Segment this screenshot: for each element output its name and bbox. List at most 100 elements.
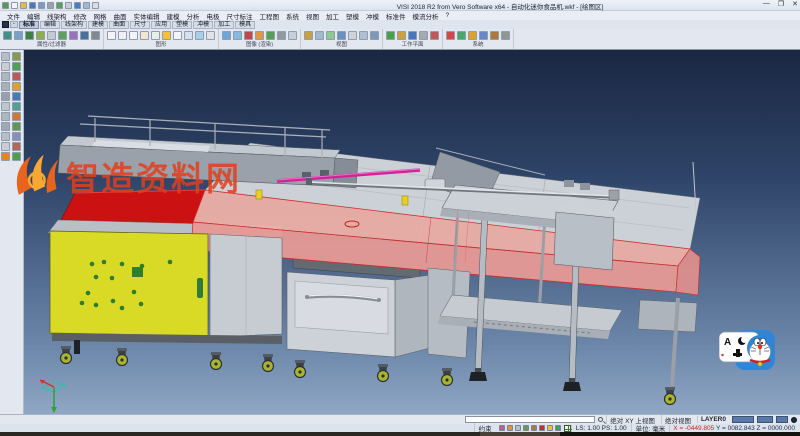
left-tool-icon[interactable] [12, 112, 21, 121]
menu-系统[interactable]: 系统 [283, 11, 302, 21]
left-tool-icon[interactable] [1, 152, 10, 161]
tab-线架构[interactable]: 线架构 [61, 21, 87, 29]
preview-icon[interactable] [65, 2, 72, 9]
menu-网格[interactable]: 网格 [91, 11, 110, 21]
status-tool-icon[interactable] [523, 425, 529, 431]
ribbon-icon[interactable] [244, 31, 253, 40]
menu-建模[interactable]: 建模 [164, 11, 183, 21]
ribbon-icon[interactable] [479, 31, 488, 40]
ribbon-icon[interactable] [14, 31, 23, 40]
ribbon-icon[interactable] [255, 31, 264, 40]
left-tool-icon[interactable] [12, 62, 21, 71]
ribbon-icon[interactable] [233, 31, 242, 40]
ribbon-icon[interactable] [58, 31, 67, 40]
left-tool-icon[interactable] [12, 82, 21, 91]
tab-应用[interactable]: 应用 [151, 21, 171, 29]
menu-实体编辑[interactable]: 实体编辑 [131, 11, 163, 21]
status-tool-icon[interactable] [515, 425, 521, 431]
left-tool-icon[interactable] [1, 52, 10, 61]
command-input[interactable] [465, 416, 595, 423]
status-tool-icon[interactable] [539, 425, 545, 431]
left-tool-icon[interactable] [1, 142, 10, 151]
status-tool-icon[interactable] [507, 425, 513, 431]
left-tool-icon[interactable] [12, 152, 21, 161]
ribbon-icon[interactable] [359, 31, 368, 40]
tab-建模[interactable]: 建模 [88, 21, 108, 29]
menu-电极[interactable]: 电极 [204, 11, 223, 21]
ribbon-icon[interactable] [47, 31, 56, 40]
menu-分析[interactable]: 分析 [184, 11, 203, 21]
ribbon-icon[interactable] [162, 31, 171, 40]
undo-icon[interactable] [74, 2, 81, 9]
ribbon-icon[interactable] [69, 31, 78, 40]
tab-加工[interactable]: 加工 [214, 21, 234, 29]
menu-模流分析[interactable]: 模流分析 [410, 11, 442, 21]
tab-塑模[interactable]: 塑模 [172, 21, 192, 29]
status-tool-icon[interactable] [547, 425, 553, 431]
layer-chip[interactable] [757, 416, 773, 423]
ribbon-icon[interactable] [3, 31, 12, 40]
menu-标准件[interactable]: 标准件 [383, 11, 409, 21]
ribbon-icon[interactable] [337, 31, 346, 40]
grid-toggle-icon[interactable] [564, 425, 571, 432]
menu-工程图[interactable]: 工程图 [257, 11, 283, 21]
ribbon-icon[interactable] [266, 31, 275, 40]
menu-文件[interactable]: 文件 [4, 11, 23, 21]
menu-加工[interactable]: 加工 [323, 11, 342, 21]
ribbon-icon[interactable] [91, 31, 100, 40]
ribbon-icon[interactable] [277, 31, 286, 40]
left-tool-icon[interactable] [12, 142, 21, 151]
save-icon[interactable] [29, 2, 36, 9]
left-tool-icon[interactable] [12, 52, 21, 61]
status-tool-icon[interactable] [499, 425, 505, 431]
print-icon[interactable] [47, 2, 54, 9]
save-all-icon[interactable] [38, 2, 45, 9]
ribbon-icon[interactable] [315, 31, 324, 40]
tab-尺寸[interactable]: 尺寸 [130, 21, 150, 29]
ribbon-icon[interactable] [206, 31, 215, 40]
menu-视图[interactable]: 视图 [303, 11, 322, 21]
tab-曲面[interactable]: 曲面 [109, 21, 129, 29]
ribbon-icon[interactable] [430, 31, 439, 40]
tab-编辑[interactable]: 编辑 [40, 21, 60, 29]
ribbon-icon[interactable] [151, 31, 160, 40]
ribbon-icon[interactable] [326, 31, 335, 40]
plot-icon[interactable] [56, 2, 63, 9]
left-tool-icon[interactable] [1, 112, 10, 121]
menu-曲面[interactable]: 曲面 [111, 11, 130, 21]
ribbon-icon[interactable] [288, 31, 297, 40]
menu-线架构[interactable]: 线架构 [44, 11, 70, 21]
redo-icon[interactable] [83, 2, 90, 9]
open-file-icon[interactable] [20, 2, 27, 9]
close-button[interactable]: ✕ [792, 0, 798, 8]
app-icon[interactable] [2, 2, 9, 9]
ribbon-icon[interactable] [408, 31, 417, 40]
left-tool-icon[interactable] [1, 82, 10, 91]
ribbon-icon[interactable] [107, 31, 116, 40]
tab-冲模[interactable]: 冲模 [193, 21, 213, 29]
left-tool-icon[interactable] [1, 92, 10, 101]
tab-标准[interactable]: 标准 [19, 21, 39, 29]
status-tool-icon[interactable] [555, 425, 561, 431]
viewport-3d-canvas[interactable]: 智造资料网 [24, 50, 800, 414]
left-tool-icon[interactable] [1, 132, 10, 141]
left-tool-icon[interactable] [1, 62, 10, 71]
menu-冲模[interactable]: 冲模 [363, 11, 382, 21]
new-file-icon[interactable] [11, 2, 18, 9]
customize-icon[interactable] [92, 2, 99, 9]
ribbon-icon[interactable] [348, 31, 357, 40]
layer-chip[interactable] [776, 416, 788, 423]
minimize-button[interactable]: — [763, 0, 770, 8]
maximize-button[interactable]: ❐ [778, 0, 784, 8]
left-tool-icon[interactable] [12, 102, 21, 111]
status-tool-icon[interactable] [531, 425, 537, 431]
ribbon-icon[interactable] [446, 31, 455, 40]
layer-chip[interactable] [732, 416, 754, 423]
left-tool-icon[interactable] [12, 72, 21, 81]
ribbon-icon[interactable] [184, 31, 193, 40]
ribbon-icon[interactable] [118, 31, 127, 40]
ribbon-icon[interactable] [129, 31, 138, 40]
ribbon-icon[interactable] [173, 31, 182, 40]
left-tool-icon[interactable] [12, 132, 21, 141]
ribbon-icon[interactable] [397, 31, 406, 40]
